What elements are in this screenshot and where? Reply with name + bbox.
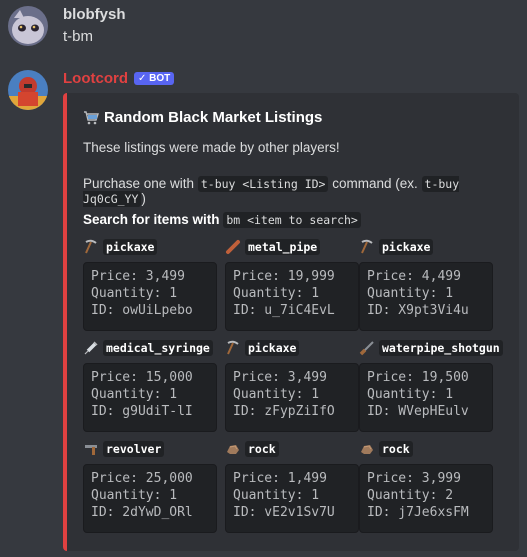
- rock-icon: [225, 441, 241, 457]
- username-lootcord[interactable]: Lootcord ✓ BOT: [63, 70, 175, 87]
- listing-quantity: Quantity: 1: [233, 488, 320, 503]
- listing-details: Price: 4,499 Quantity: 1 ID: X9pt3Vi4u: [359, 262, 493, 331]
- listing-quantity: Quantity: 1: [367, 286, 454, 301]
- listing-item-label: medical_syringe: [103, 340, 213, 356]
- shopping-cart-icon: [83, 110, 99, 126]
- pickaxe-icon: [225, 340, 241, 356]
- listing-name: rock: [359, 441, 413, 457]
- listing-id: ID: j7Je6xsFM: [367, 505, 469, 520]
- listing-item-label: rock: [245, 441, 279, 457]
- pickaxe-icon: [359, 239, 375, 255]
- listing-price: Price: 3,499: [233, 370, 327, 385]
- listing-item-label: pickaxe: [245, 340, 300, 356]
- listing-price: Price: 19,999: [233, 269, 335, 284]
- purchase-instructions: Purchase one with t-buy <Listing ID> com…: [83, 176, 460, 207]
- syringe-icon: [83, 340, 99, 356]
- listing-name: pickaxe: [225, 340, 300, 356]
- listing-price: Price: 15,000: [91, 370, 193, 385]
- listing-quantity: Quantity: 1: [233, 387, 320, 402]
- listing-details: Price: 15,000 Quantity: 1 ID: g9UdiT-lI: [83, 363, 217, 432]
- listing-item-label: rock: [379, 441, 413, 457]
- shotgun-icon: [359, 340, 375, 356]
- listing-item-label: waterpipe_shotgun: [379, 340, 503, 356]
- listing-name: revolver: [83, 441, 165, 457]
- listing-quantity: Quantity: 2: [367, 488, 454, 503]
- listing-details: Price: 1,499 Quantity: 1 ID: vE2v1Sv7U: [225, 464, 359, 533]
- avatar-lootcord[interactable]: [8, 70, 48, 110]
- listing-price: Price: 1,499: [233, 471, 327, 486]
- listing-item-label: metal_pipe: [245, 239, 321, 255]
- listing-price: Price: 3,499: [91, 269, 185, 284]
- listing-price: Price: 3,999: [367, 471, 461, 486]
- listing-price: Price: 19,500: [367, 370, 469, 385]
- listing-id: ID: WVepHEulv: [367, 404, 469, 419]
- embed-description: These listings were made by other player…: [83, 140, 340, 155]
- revolver-icon: [83, 441, 99, 457]
- embed-title: Random Black Market Listings: [83, 109, 322, 126]
- message-content: t-bm: [63, 28, 93, 45]
- listing-name: waterpipe_shotgun: [359, 340, 503, 356]
- listing-item-label: pickaxe: [379, 239, 434, 255]
- listing-quantity: Quantity: 1: [91, 286, 178, 301]
- embed: Random Black Market Listings These listi…: [63, 93, 519, 551]
- listing-details: Price: 3,499 Quantity: 1 ID: owUiLpebo: [83, 262, 217, 331]
- listing-name: rock: [225, 441, 279, 457]
- listing-quantity: Quantity: 1: [91, 488, 178, 503]
- listing-name: pickaxe: [359, 239, 434, 255]
- listing-id: ID: 2dYwD_ORl: [91, 505, 193, 520]
- listing-id: ID: u_7iC4EvL: [233, 303, 335, 318]
- bot-badge: ✓ BOT: [134, 72, 175, 85]
- listing-quantity: Quantity: 1: [233, 286, 320, 301]
- listing-details: Price: 3,999 Quantity: 2 ID: j7Je6xsFM: [359, 464, 493, 533]
- listing-id: ID: g9UdiT-lI: [91, 404, 193, 419]
- listing-details: Price: 3,499 Quantity: 1 ID: zFypZiIfO: [225, 363, 359, 432]
- listing-name: medical_syringe: [83, 340, 213, 356]
- listing-name: pickaxe: [83, 239, 158, 255]
- metal-pipe-icon: [225, 239, 241, 255]
- pickaxe-icon: [83, 239, 99, 255]
- listing-id: ID: vE2v1Sv7U: [233, 505, 335, 520]
- avatar-blobfysh[interactable]: [8, 6, 48, 46]
- listing-name: metal_pipe: [225, 239, 321, 255]
- search-command-code: bm <item to search>: [223, 212, 361, 228]
- listing-id: ID: owUiLpebo: [91, 303, 193, 318]
- listing-quantity: Quantity: 1: [91, 387, 178, 402]
- listing-quantity: Quantity: 1: [367, 387, 454, 402]
- search-instructions: Search for items with bm <item to search…: [83, 212, 361, 228]
- listing-price: Price: 4,499: [367, 269, 461, 284]
- username-blobfysh[interactable]: blobfysh: [63, 6, 126, 23]
- listing-details: Price: 25,000 Quantity: 1 ID: 2dYwD_ORl: [83, 464, 217, 533]
- buy-command-code: t-buy <Listing ID>: [197, 176, 329, 192]
- listing-details: Price: 19,999 Quantity: 1 ID: u_7iC4EvL: [225, 262, 359, 331]
- listing-item-label: revolver: [103, 441, 165, 457]
- listing-id: ID: X9pt3Vi4u: [367, 303, 469, 318]
- listing-price: Price: 25,000: [91, 471, 193, 486]
- listing-details: Price: 19,500 Quantity: 1 ID: WVepHEulv: [359, 363, 493, 432]
- listing-id: ID: zFypZiIfO: [233, 404, 335, 419]
- listing-item-label: pickaxe: [103, 239, 158, 255]
- rock-icon: [359, 441, 375, 457]
